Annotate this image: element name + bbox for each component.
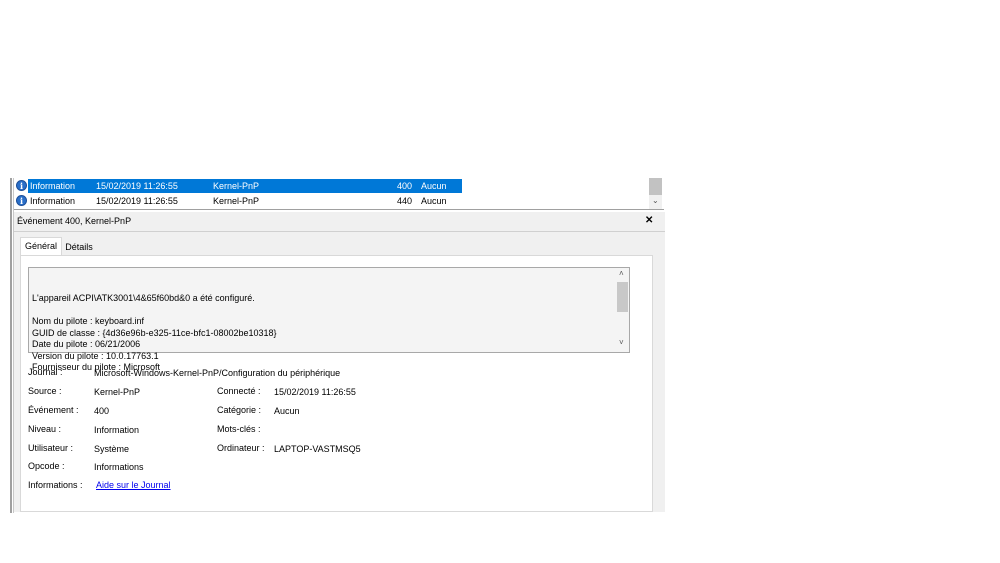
connecte-value: 15/02/2019 11:26:55 — [274, 387, 356, 397]
close-icon[interactable]: ✕ — [645, 215, 653, 226]
ordinateur-value: LAPTOP-VASTMSQ5 — [274, 444, 361, 454]
cell-source: Kernel-PnP — [213, 181, 260, 191]
chevron-down-icon[interactable]: ˅ — [619, 338, 624, 347]
cell-category: Aucun — [421, 181, 447, 191]
categorie-label: Catégorie : — [217, 405, 262, 415]
niveau-value: Information — [94, 425, 140, 435]
cell-date: 15/02/2019 11:26:55 — [96, 181, 178, 191]
table-row[interactable]: i Information 15/02/2019 11:26:55 Kernel… — [15, 194, 649, 208]
list-scrollbar[interactable]: ⌄ — [649, 178, 662, 209]
message-scrollbar[interactable]: ˄ ˅ — [616, 268, 629, 352]
window-border — [10, 178, 12, 513]
event-detail-pane: Événement 400, Kernel-PnP ✕ Général Déta… — [14, 212, 665, 512]
detail-title: Événement 400, Kernel-PnP — [17, 216, 132, 226]
help-link[interactable]: Aide sur le Journal — [96, 480, 171, 490]
cell-category: Aucun — [421, 196, 447, 206]
informations-label: Informations : — [28, 480, 83, 490]
source-value: Kernel-PnP — [94, 387, 141, 397]
cell-level: Information — [30, 181, 76, 191]
journal-label: Journal : — [28, 367, 63, 377]
categorie-value: Aucun — [274, 406, 300, 416]
chevron-up-icon[interactable]: ˄ — [619, 269, 624, 278]
utilisateur-label: Utilisateur : — [28, 443, 74, 453]
source-label: Source : — [28, 386, 62, 396]
motscles-label: Mots-clés : — [217, 424, 261, 434]
info-icon: i — [16, 195, 27, 206]
tab-general[interactable]: Général — [20, 237, 62, 256]
ordinateur-label: Ordinateur : — [217, 443, 265, 453]
message-box[interactable]: L'appareil ACPI\ATK3001\4&65f60bd&0 a ét… — [28, 267, 630, 372]
utilisateur-value: Système — [94, 444, 130, 454]
evenement-label: Événement : — [28, 405, 79, 415]
chevron-down-icon[interactable]: ⌄ — [652, 196, 659, 205]
cell-id: 400 — [397, 181, 413, 191]
tab-details[interactable]: Détails — [61, 239, 97, 255]
cell-source: Kernel-PnP — [213, 196, 260, 206]
cell-id: 440 — [397, 196, 413, 206]
niveau-label: Niveau : — [28, 424, 62, 434]
scroll-thumb[interactable] — [617, 282, 628, 312]
evenement-value: 400 — [94, 406, 110, 416]
info-icon: i — [16, 180, 27, 191]
table-row[interactable]: i Information 15/02/2019 11:26:55 Kernel… — [15, 179, 649, 193]
opcode-label: Opcode : — [28, 461, 65, 471]
cell-level: Information — [30, 196, 76, 206]
opcode-value: Informations — [94, 462, 144, 472]
general-panel: L'appareil ACPI\ATK3001\4&65f60bd&0 a ét… — [20, 255, 653, 512]
cell-date: 15/02/2019 11:26:55 — [96, 196, 178, 206]
connecte-label: Connecté : — [217, 386, 261, 396]
journal-value: Microsoft-Windows-Kernel-PnP/Configurati… — [94, 368, 341, 378]
scroll-thumb[interactable] — [649, 178, 662, 195]
